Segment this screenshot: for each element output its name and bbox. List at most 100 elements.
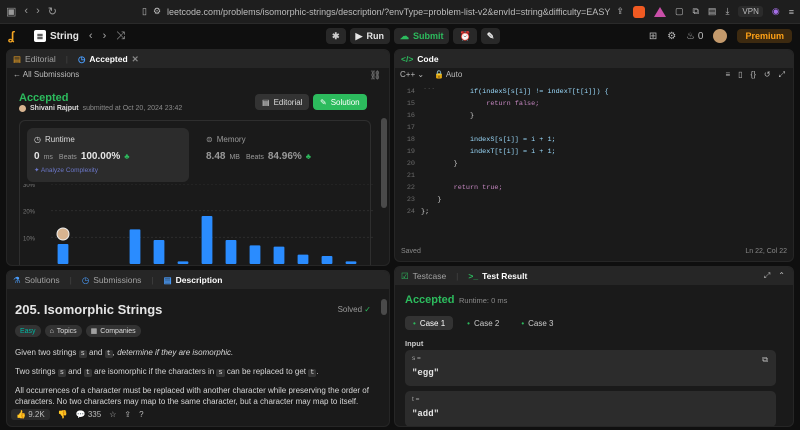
maximize-icon[interactable]: ⤢ xyxy=(764,271,770,281)
distribution-bar[interactable] xyxy=(201,216,213,264)
distribution-bar[interactable] xyxy=(297,254,309,264)
code-line[interactable]: } xyxy=(421,160,458,168)
memory-card[interactable]: ⊜ Memory 8.48 MB Beats 84.96% ♣ xyxy=(199,128,361,182)
share-icon[interactable]: ⇪ xyxy=(124,410,131,419)
case-1-tab[interactable]: • Case 1 xyxy=(405,316,454,330)
format-icon[interactable]: ≡ xyxy=(725,70,730,80)
distribution-bar[interactable] xyxy=(129,229,141,264)
code-line[interactable]: if(indexS[s[i]] != indexT[t[i]]) { xyxy=(421,88,609,96)
menu-icon[interactable]: ≡ xyxy=(789,7,794,17)
extensions-icon[interactable]: ⧉ xyxy=(692,6,698,17)
scrollbar[interactable] xyxy=(381,299,387,315)
debug-button[interactable]: ✱ xyxy=(326,28,346,44)
timer-button[interactable]: ⏰ xyxy=(453,28,477,44)
sidebar-toggle-icon[interactable]: ▢ xyxy=(675,6,684,17)
tab-test-result[interactable]: >_ Test Result xyxy=(468,271,527,281)
distribution-bar[interactable] xyxy=(153,240,165,264)
code-line[interactable]: return true; xyxy=(421,184,503,192)
site-settings-icon[interactable]: ⚙ xyxy=(153,6,161,17)
download-icon[interactable]: ⤓ xyxy=(725,6,729,17)
tab-description[interactable]: ▤ Description xyxy=(164,275,223,286)
distribution-bar[interactable] xyxy=(345,261,357,264)
sidebar-icon[interactable]: ▣ xyxy=(6,5,16,18)
favorite-icon[interactable]: ☆ xyxy=(109,410,116,419)
vpn-button[interactable]: VPN xyxy=(738,6,763,17)
language-select[interactable]: C++ ⌄ xyxy=(400,70,424,79)
share-link-icon[interactable]: ⛓ xyxy=(370,70,381,81)
autocomplete-mode[interactable]: 🔒 Auto xyxy=(434,70,462,79)
runtime-distribution-chart[interactable]: 30% 20% 10% xyxy=(21,184,373,266)
author-name[interactable]: Shivani Rajput xyxy=(30,105,79,112)
tab-editorial[interactable]: ▤ Editorial xyxy=(13,54,56,65)
input-t-box[interactable]: t = "add" xyxy=(405,391,776,426)
editorial-button[interactable]: ▤ Editorial xyxy=(255,94,310,110)
tab-accepted[interactable]: ◷ Accepted ✕ xyxy=(78,54,139,65)
solution-button[interactable]: ✎ Solution xyxy=(313,94,367,110)
tab-code[interactable]: </> Code xyxy=(401,54,439,64)
your-submission-avatar[interactable] xyxy=(56,227,70,241)
brave-shield-icon[interactable] xyxy=(632,5,645,18)
shuffle-icon[interactable]: ⤨ xyxy=(116,30,125,43)
notes-button[interactable]: ✎ xyxy=(480,28,501,44)
next-problem-icon[interactable]: › xyxy=(103,30,107,42)
code-line[interactable]: indexT[t[i]] = i + 1; xyxy=(421,148,556,156)
submit-button[interactable]: ☁ Submit xyxy=(393,28,450,44)
comments-button[interactable]: 💬 335 xyxy=(76,410,102,419)
code-line[interactable]: return false; xyxy=(421,100,539,108)
problem-title[interactable]: 205. Isomorphic Strings xyxy=(15,302,162,317)
wallet-icon[interactable]: ▤ xyxy=(708,6,717,17)
problem-list-button[interactable]: ≣ String xyxy=(34,30,79,42)
fullscreen-icon[interactable]: ⤢ xyxy=(779,70,785,80)
runtime-card[interactable]: ◷ Runtime 0 ms Beats 100.00% ♣ ✦ Analyze Comp… xyxy=(27,128,189,182)
distribution-bar[interactable] xyxy=(321,256,333,264)
forward-icon[interactable]: › xyxy=(36,5,40,18)
all-submissions-link[interactable]: ← All Submissions xyxy=(13,70,79,79)
bookmark-icon[interactable]: ▯ xyxy=(738,70,742,80)
dislike-button[interactable]: 👎 xyxy=(58,410,68,419)
code-line[interactable]: } xyxy=(421,196,441,204)
distribution-bar[interactable] xyxy=(273,246,285,264)
settings-icon[interactable]: ⚙ xyxy=(667,31,676,42)
premium-button[interactable]: Premium xyxy=(737,29,792,43)
analyze-complexity-link[interactable]: ✦ Analyze Complexity xyxy=(34,166,182,174)
run-button[interactable]: ▶ Run xyxy=(349,28,390,44)
prev-problem-icon[interactable]: ‹ xyxy=(89,30,93,42)
like-button[interactable]: 👍 9.2K xyxy=(11,409,50,420)
collapse-icon[interactable]: ⌃ xyxy=(778,271,785,281)
tab-solutions[interactable]: ⚗ Solutions xyxy=(13,275,60,286)
leetcode-logo-icon[interactable]: ʆ xyxy=(8,29,20,43)
back-icon[interactable]: ‹ xyxy=(24,5,28,18)
avatar[interactable] xyxy=(713,29,728,43)
code-editor[interactable]: 14 if(indexS[s[i]] != indexT[t[i]]) {15 … xyxy=(395,88,793,228)
share-icon[interactable]: ⇪ xyxy=(616,6,624,17)
topics-chip[interactable]: ⌂ Topics xyxy=(44,325,82,337)
address-bar[interactable]: ▯ ⚙ leetcode.com/problems/isomorphic-str… xyxy=(136,4,616,20)
p2-text-c: can be replaced to get xyxy=(224,367,309,376)
url-text[interactable]: leetcode.com/problems/isomorphic-strings… xyxy=(167,7,610,17)
bookmark-icon[interactable]: ▯ xyxy=(142,6,147,17)
input-s-box[interactable]: s = "egg" ⧉ xyxy=(405,350,776,386)
close-tab-icon[interactable]: ✕ xyxy=(132,54,139,65)
tab-testcase[interactable]: ☑ Testcase xyxy=(401,271,446,282)
code-line[interactable]: }; xyxy=(421,208,429,216)
brave-rewards-icon[interactable] xyxy=(653,6,666,17)
distribution-bar[interactable] xyxy=(57,244,69,264)
leo-ai-icon[interactable]: ◉ xyxy=(772,6,780,17)
streak-counter[interactable]: ♨ 0 xyxy=(686,31,703,42)
tab-submissions[interactable]: ◷ Submissions xyxy=(82,275,142,286)
layout-icon[interactable]: ⊞ xyxy=(649,31,657,42)
copy-icon[interactable]: ⧉ xyxy=(762,355,768,365)
distribution-bar[interactable] xyxy=(177,261,189,264)
case-2-tab[interactable]: • Case 2 xyxy=(459,316,507,330)
case-3-tab[interactable]: • Case 3 xyxy=(513,316,561,330)
distribution-bar[interactable] xyxy=(225,240,237,264)
reset-icon[interactable]: ↺ xyxy=(764,70,771,80)
code-line[interactable]: } xyxy=(421,112,474,120)
braces-icon[interactable]: {} xyxy=(751,70,756,80)
help-icon[interactable]: ? xyxy=(139,410,143,419)
companies-chip[interactable]: ▦ Companies xyxy=(85,325,141,337)
distribution-bar[interactable] xyxy=(249,245,261,264)
code-line[interactable]: indexS[s[i]] = i + 1; xyxy=(421,136,556,144)
reload-icon[interactable]: ↻ xyxy=(48,5,57,18)
scrollbar[interactable] xyxy=(381,118,387,208)
